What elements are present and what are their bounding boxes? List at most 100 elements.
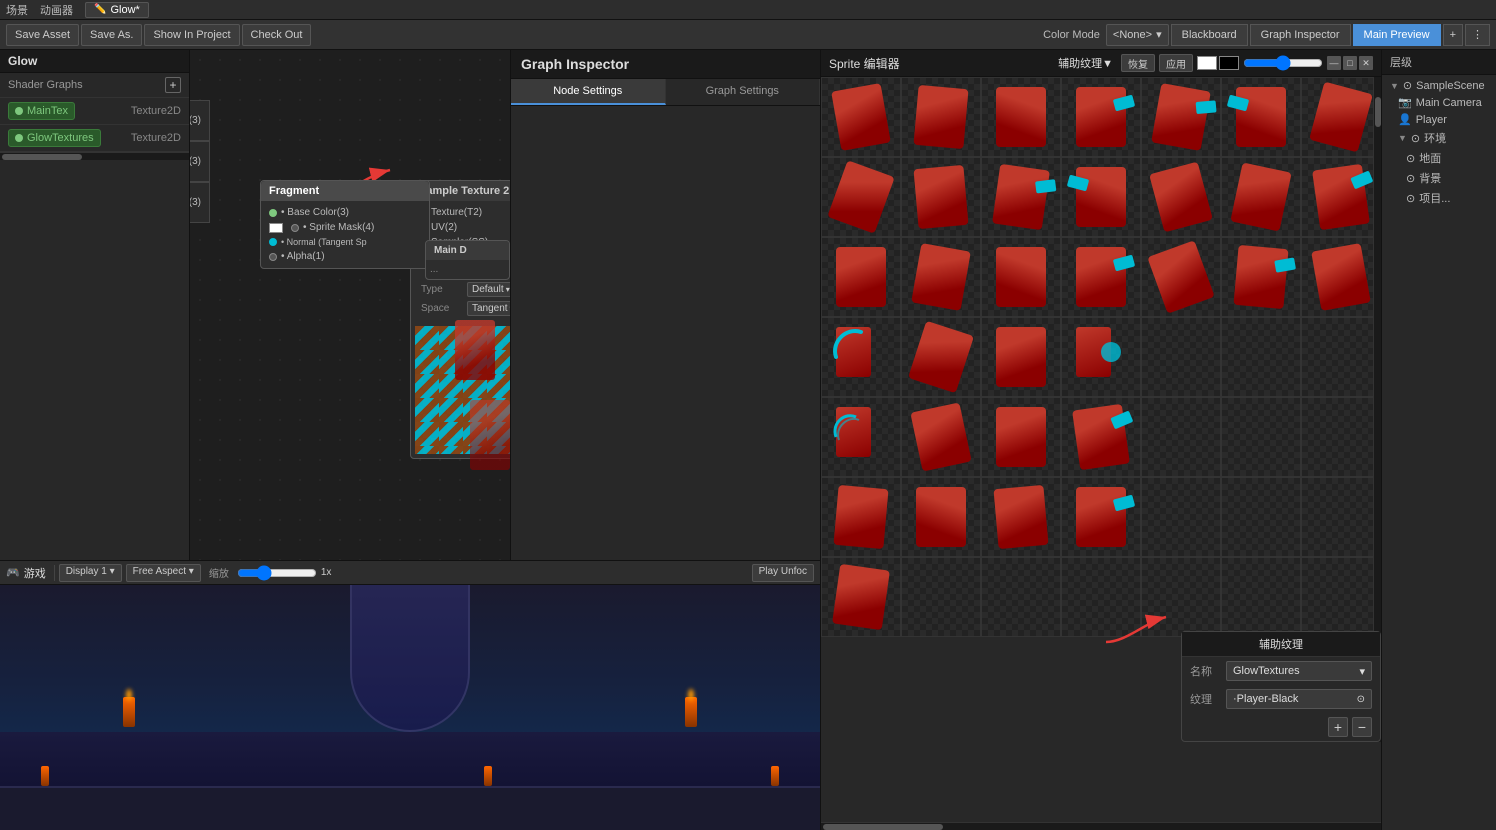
graph-settings-tab[interactable]: Graph Settings — [666, 79, 821, 105]
play-unfocused-button[interactable]: Play Unfoc — [752, 564, 814, 582]
close-button[interactable]: ✕ — [1359, 56, 1373, 70]
sprite-cell-5-4[interactable] — [1141, 477, 1221, 557]
save-asset-button[interactable]: Save Asset — [6, 24, 79, 46]
sprite-editor-h-scrollbar[interactable] — [821, 822, 1381, 830]
sprite-cell-3-2[interactable] — [981, 317, 1061, 397]
sprite-cell-5-5[interactable] — [1221, 477, 1301, 557]
sprite-editor-zoom-slider[interactable] — [1243, 58, 1323, 68]
sprite-cell-5-0[interactable] — [821, 477, 901, 557]
sprite-cell-2-4[interactable] — [1141, 237, 1221, 317]
hierarchy-environment[interactable]: ▼ ⊙ 环境 — [1382, 128, 1496, 148]
sprite-cell-4-0[interactable] — [821, 397, 901, 477]
sprite-cell-3-6[interactable] — [1301, 317, 1381, 397]
sprite-cell-4-1[interactable] — [901, 397, 981, 477]
sprite-cell-2-6[interactable] — [1301, 237, 1381, 317]
zoom-slider[interactable] — [237, 568, 317, 578]
apply-button[interactable]: 应用 — [1159, 54, 1193, 72]
restore-button[interactable]: 恢复 — [1121, 54, 1155, 72]
sprite-cell-5-1[interactable] — [901, 477, 981, 557]
sprite-cell-1-2[interactable] — [981, 157, 1061, 237]
sprite-cell-6-6[interactable] — [1301, 557, 1381, 637]
sprite-cell-4-2[interactable] — [981, 397, 1061, 477]
sprite-cell-3-0[interactable] — [821, 317, 901, 397]
sprite-cell-4-6[interactable] — [1301, 397, 1381, 477]
check-out-button[interactable]: Check Out — [242, 24, 312, 46]
sprite-cell-3-3[interactable] — [1061, 317, 1141, 397]
sprite-cell-3-4[interactable] — [1141, 317, 1221, 397]
hierarchy-player[interactable]: 👤 Player — [1382, 111, 1496, 128]
add-tab-button[interactable]: + — [1443, 24, 1463, 46]
node-settings-tab[interactable]: Node Settings — [511, 79, 666, 105]
sprite-cell-2-5[interactable] — [1221, 237, 1301, 317]
aux-remove-button[interactable]: − — [1352, 717, 1372, 737]
sprite-cell-6-3[interactable] — [1061, 557, 1141, 637]
game-view-content[interactable] — [0, 585, 820, 830]
fragment-node[interactable]: Fragment • Base Color(3) • Sprite Mask(4… — [260, 180, 430, 269]
main-d-node[interactable]: Main D ... — [425, 240, 510, 280]
graph-area[interactable]: Object Space •—• Position(3) Object Spac… — [190, 50, 510, 560]
sprite-cell-1-5[interactable] — [1221, 157, 1301, 237]
aux-texture-dropdown[interactable]: 辅助纹理▼ — [1058, 55, 1113, 71]
save-as-button[interactable]: Save As. — [81, 24, 142, 46]
aspect-dropdown[interactable]: Free Aspect ▾ — [126, 564, 201, 582]
sprite-cell-0-5[interactable] — [1221, 77, 1301, 157]
sprite-cell-6-5[interactable] — [1221, 557, 1301, 637]
sprite-cell-2-2[interactable] — [981, 237, 1061, 317]
sprite-cell-4-5[interactable] — [1221, 397, 1301, 477]
menu-animator[interactable]: 动画器 — [40, 2, 73, 18]
hierarchy-ground[interactable]: ⊙ 地面 — [1382, 148, 1496, 168]
graph-inspector-tab[interactable]: Graph Inspector — [1250, 24, 1351, 46]
sprite-cell-0-3[interactable] — [1061, 77, 1141, 157]
minimize-button[interactable]: — — [1327, 56, 1341, 70]
sprite-cell-3-5[interactable] — [1221, 317, 1301, 397]
sprite-cell-0-0[interactable] — [821, 77, 901, 157]
sprite-cell-0-1[interactable] — [901, 77, 981, 157]
hierarchy-background[interactable]: ⊙ 背景 — [1382, 168, 1496, 188]
left-panel-scrollbar[interactable] — [0, 152, 189, 160]
sprite-cell-4-4[interactable] — [1141, 397, 1221, 477]
sprite-cell-5-2[interactable] — [981, 477, 1061, 557]
main-preview-tab[interactable]: Main Preview — [1353, 24, 1441, 46]
sprite-grid-container[interactable]: 辅助纹理 名称 GlowTextures ▾ 纹理 ·Player-Black … — [821, 77, 1381, 822]
sprite-cell-6-1[interactable] — [901, 557, 981, 637]
show-in-project-button[interactable]: Show In Project — [144, 24, 239, 46]
sprite-cell-1-1[interactable] — [901, 157, 981, 237]
more-options-button[interactable]: ⋮ — [1465, 24, 1490, 46]
tab-glow[interactable]: Glow* — [110, 4, 139, 16]
property-item-glowtextures[interactable]: GlowTextures Texture2D — [0, 125, 189, 152]
display-dropdown[interactable]: Display 1 ▾ — [59, 564, 122, 582]
sprite-cell-2-1[interactable] — [901, 237, 981, 317]
sprite-cell-4-3[interactable] — [1061, 397, 1141, 477]
sprite-cell-0-6[interactable] — [1301, 77, 1381, 157]
sprite-cell-3-1[interactable] — [901, 317, 981, 397]
black-mode-btn[interactable] — [1219, 56, 1239, 70]
sprite-cell-6-0[interactable] — [821, 557, 901, 637]
hierarchy-misc[interactable]: ⊙ 项目... — [1382, 188, 1496, 208]
property-item-maintex[interactable]: MainTex Texture2D — [0, 98, 189, 125]
sprite-cell-0-4[interactable] — [1141, 77, 1221, 157]
sprite-cell-1-0[interactable] — [821, 157, 901, 237]
add-shader-graph-button[interactable]: + — [165, 77, 181, 93]
color-mode-dropdown[interactable]: <None> ▾ — [1106, 24, 1169, 46]
sprite-cell-2-3[interactable] — [1061, 237, 1141, 317]
aux-texture-field[interactable]: ·Player-Black ⊙ — [1226, 689, 1372, 709]
hierarchy-scene[interactable]: ▼ ⊙ SampleScene — [1382, 77, 1496, 94]
sprite-cell-6-2[interactable] — [981, 557, 1061, 637]
sprite-cell-2-0[interactable] — [821, 237, 901, 317]
space-dropdown[interactable]: Tangent▾ — [467, 301, 510, 316]
sprite-cell-1-4[interactable] — [1141, 157, 1221, 237]
aux-add-button[interactable]: + — [1328, 717, 1348, 737]
maximize-button[interactable]: □ — [1343, 56, 1357, 70]
sprite-cell-5-6[interactable] — [1301, 477, 1381, 557]
sprite-cell-0-2[interactable] — [981, 77, 1061, 157]
aux-name-dropdown[interactable]: GlowTextures ▾ — [1226, 661, 1372, 681]
color-swatch-white[interactable] — [269, 223, 283, 233]
white-mode-btn[interactable] — [1197, 56, 1217, 70]
sprite-cell-6-4[interactable] — [1141, 557, 1221, 637]
type-dropdown[interactable]: Default▾ — [467, 282, 510, 297]
sprite-cell-1-6[interactable] — [1301, 157, 1381, 237]
node-graph-panel[interactable]: Object Space •—• Position(3) Object Spac… — [190, 50, 510, 560]
sprite-cell-5-3[interactable] — [1061, 477, 1141, 557]
blackboard-tab[interactable]: Blackboard — [1171, 24, 1248, 46]
menu-scene[interactable]: 场景 — [6, 2, 28, 18]
